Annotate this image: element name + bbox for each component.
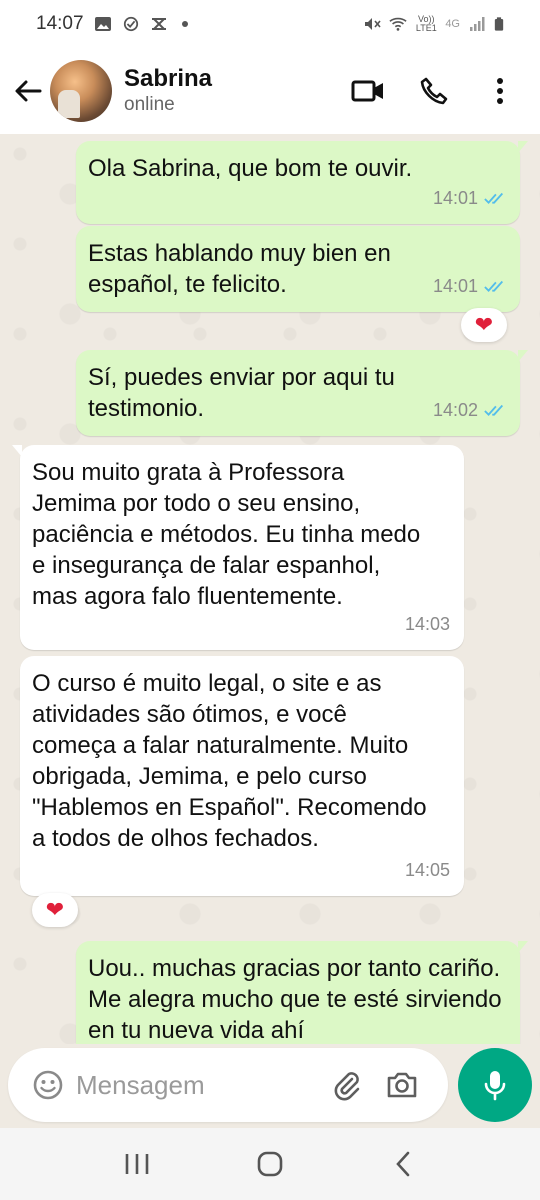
contact-status: online <box>124 94 175 115</box>
heart-reaction[interactable]: ❤ <box>461 308 507 342</box>
composer <box>0 1044 540 1128</box>
capcut-notification-icon <box>151 18 166 30</box>
message-text: Sou muito grata à Professora Jemima por … <box>32 459 421 610</box>
bubble-tail <box>518 941 528 953</box>
recent-apps-icon <box>125 1154 148 1174</box>
message-text: Estas hablando muy bien en español, te f… <box>88 240 391 298</box>
chat-messages[interactable]: Ola Sabrina, que bom te ouvir. 14:01 Est… <box>0 134 540 1044</box>
more-options-icon <box>497 78 503 104</box>
avatar[interactable] <box>50 60 112 122</box>
chat-header: Sabrina online <box>0 48 540 134</box>
read-ticks-icon <box>484 192 504 204</box>
battery-icon <box>494 17 504 31</box>
volte-label: Vo)) LTE1 <box>415 14 437 33</box>
phone-icon <box>420 77 448 105</box>
status-right: Vo)) LTE1 4G <box>363 15 504 33</box>
gallery-notification-icon <box>94 17 111 31</box>
message-text: O curso é muito legal, o site e as ativi… <box>32 670 427 852</box>
microphone-icon <box>484 1071 506 1101</box>
back-icon <box>396 1151 410 1177</box>
attach-button[interactable] <box>328 1067 364 1103</box>
voice-message-button[interactable] <box>458 1048 532 1122</box>
bubble-tail <box>518 350 528 362</box>
video-call-button[interactable] <box>350 73 386 109</box>
message-bubble-outgoing[interactable]: Ola Sabrina, que bom te ouvir. 14:01 <box>76 141 528 224</box>
message-time: 14:05 <box>404 860 450 880</box>
status-time: 14:07 <box>36 13 84 34</box>
status-left: 14:07 <box>36 13 188 35</box>
message-bubble-outgoing[interactable]: Uou.. muchas gracias por tanto cariño. M… <box>76 941 528 1044</box>
header-actions <box>350 73 518 109</box>
wifi-icon <box>389 17 407 31</box>
message-bubble-incoming[interactable]: O curso é muito legal, o site e as ativi… <box>20 656 464 896</box>
system-nav-bar <box>0 1128 540 1200</box>
read-ticks-icon <box>484 404 504 416</box>
heart-icon: ❤ <box>45 897 65 922</box>
emoji-icon <box>33 1070 63 1100</box>
message-meta: 14:05 <box>405 855 450 886</box>
message-time: 14:03 <box>404 614 450 634</box>
back-button[interactable] <box>8 71 48 111</box>
message-time: 14:02 <box>432 400 478 420</box>
camera-button[interactable] <box>384 1067 420 1103</box>
heart-reaction[interactable]: ❤ <box>32 893 78 927</box>
message-meta: 14:02 <box>433 395 506 426</box>
signal-icon <box>470 17 485 31</box>
message-meta: 14:01 <box>433 271 506 302</box>
message-text: Uou.. muchas gracias por tanto cariño. M… <box>88 955 502 1044</box>
contact-name: Sabrina <box>124 65 213 92</box>
recent-apps-button[interactable] <box>117 1144 157 1184</box>
network-type-label: 4G <box>445 18 460 30</box>
video-call-icon <box>351 80 383 102</box>
home-icon <box>257 1151 283 1177</box>
back-arrow-icon <box>15 80 42 102</box>
message-time: 14:01 <box>432 188 478 208</box>
message-text: Sí, puedes enviar por aqui tu testimonio… <box>88 364 395 422</box>
read-ticks-icon <box>484 280 504 292</box>
message-bubble-outgoing[interactable]: Estas hablando muy bien en español, te f… <box>76 226 520 312</box>
message-input-container <box>8 1048 448 1122</box>
emoji-button[interactable] <box>30 1067 66 1103</box>
message-input[interactable] <box>76 1069 326 1101</box>
check-circle-notification-icon <box>123 16 138 32</box>
attach-icon <box>334 1072 360 1101</box>
bubble-tail <box>518 141 528 153</box>
contact-info[interactable]: Sabrina online <box>124 65 212 117</box>
status-bar: 14:07 Vo)) LTE1 4G <box>0 0 540 48</box>
heart-icon: ❤ <box>474 312 494 337</box>
more-options-button[interactable] <box>482 73 518 109</box>
camera-icon <box>387 1072 417 1098</box>
message-text: Ola Sabrina, que bom te ouvir. <box>88 155 413 182</box>
message-meta: 14:01 <box>433 183 506 214</box>
message-bubble-incoming[interactable]: Sou muito grata à Professora Jemima por … <box>12 445 464 650</box>
home-button[interactable] <box>250 1144 290 1184</box>
message-bubble-outgoing[interactable]: Sí, puedes enviar por aqui tu testimonio… <box>76 350 528 436</box>
more-notifications-dot <box>181 21 188 27</box>
message-time: 14:01 <box>432 276 478 296</box>
message-meta: 14:03 <box>405 609 450 640</box>
voice-call-button[interactable] <box>416 73 452 109</box>
bubble-tail <box>12 445 22 457</box>
mute-icon <box>365 18 381 30</box>
system-back-button[interactable] <box>383 1144 423 1184</box>
